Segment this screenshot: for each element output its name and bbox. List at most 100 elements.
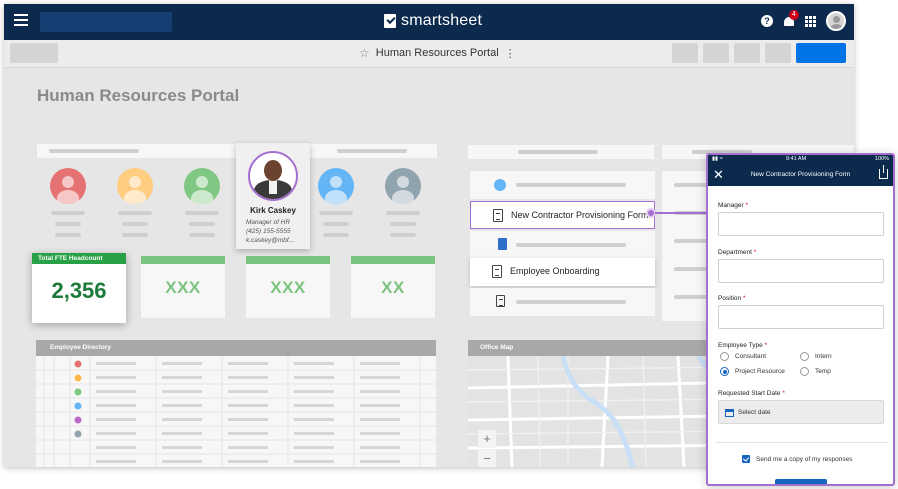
person-avatar [117, 168, 153, 204]
search-bar[interactable] [40, 12, 172, 32]
smartsheet-logo-icon [384, 14, 396, 28]
people-icon [494, 179, 506, 191]
divider [716, 442, 888, 443]
radio-icon [800, 367, 809, 376]
toolbar-action-button[interactable] [703, 43, 729, 63]
document-icon [496, 295, 505, 307]
form-list-item[interactable] [470, 288, 655, 316]
manager-field[interactable] [718, 212, 884, 236]
radio-temp[interactable]: Temp [800, 367, 831, 376]
directory-row-avatar [74, 388, 82, 396]
form-list-item-onboarding[interactable]: Employee Onboarding [470, 258, 655, 286]
contact-email: k.caskey@mbf... [246, 237, 295, 244]
department-field[interactable] [718, 259, 884, 283]
calendar-icon [725, 409, 734, 417]
form-list-item[interactable] [470, 171, 655, 199]
directory-grid[interactable] [36, 356, 436, 467]
directory-row-avatar [74, 402, 82, 410]
page-title: Human Resources Portal [37, 86, 240, 105]
mobile-form-preview: ▮▮ ≈ 9:41 AM 100% ✕ New Contractor Provi… [706, 153, 895, 486]
hamburger-menu-icon[interactable] [14, 14, 28, 26]
headcount-value: 2,356 [51, 278, 107, 303]
share-icon[interactable] [879, 165, 888, 179]
person-avatar [385, 168, 421, 204]
headcount-label: Total FTE Headcount [32, 253, 126, 264]
contact-name: Kirk Caskey [250, 206, 296, 215]
top-icons: ? 4 [761, 9, 846, 31]
zoom-in-button[interactable]: + [478, 430, 496, 448]
contact-photo [248, 151, 298, 201]
form-header: ✕ New Contractor Provisioning Form [708, 164, 893, 186]
smartsheet-logo: smartsheet [384, 12, 482, 30]
user-avatar[interactable] [826, 11, 846, 31]
person-card[interactable] [117, 168, 161, 237]
more-options-icon[interactable]: ⋮ [505, 47, 516, 60]
help-icon[interactable]: ? [761, 15, 773, 27]
top-navigation-bar: smartsheet ? 4 [4, 4, 854, 40]
app-launcher-icon[interactable] [805, 15, 816, 27]
manager-label: Manager * [718, 202, 748, 209]
employee-directory: Employee Directory [36, 340, 436, 467]
send-copy-label: Send me a copy of my responses [756, 455, 853, 463]
metric-value: XX [381, 278, 405, 297]
connector-line [655, 212, 710, 214]
radio-intern[interactable]: Intern [800, 352, 832, 361]
form-list-item-new-contractor[interactable]: New Contractor Provisioning Form [470, 201, 655, 229]
toolbar-actions [672, 43, 846, 63]
radio-icon [800, 352, 809, 361]
person-card[interactable] [50, 168, 94, 237]
toolbar: ☆ Human Resources Portal ⋮ [4, 40, 854, 68]
form-document-icon [492, 265, 502, 278]
notebook-icon [498, 238, 507, 250]
person-card[interactable] [184, 168, 228, 237]
toolbar-title-area: ☆ Human Resources Portal ⋮ [359, 46, 516, 60]
start-date-picker[interactable]: Select date [718, 400, 884, 424]
submit-button[interactable] [775, 479, 827, 484]
position-field[interactable] [718, 305, 884, 329]
start-date-label: Requested Start Date * [718, 390, 785, 397]
form-label: New Contractor Provisioning Form [511, 210, 649, 220]
toolbar-action-button[interactable] [734, 43, 760, 63]
person-avatar [184, 168, 220, 204]
forms-widget-header [468, 145, 654, 159]
brand-name: smartsheet [401, 12, 483, 29]
employee-type-label: Employee Type * [718, 342, 768, 349]
notification-badge: 4 [789, 9, 799, 20]
zoom-out-button[interactable]: − [478, 450, 496, 467]
person-avatar [50, 168, 86, 204]
toolbar-left-button[interactable] [10, 43, 58, 63]
checkbox-checked-icon[interactable] [742, 455, 750, 463]
form-document-icon [493, 209, 503, 222]
headcount-card: Total FTE Headcount 2,356 [32, 253, 126, 323]
notifications-icon[interactable]: 4 [783, 9, 799, 28]
contact-role: Manager of HR [246, 219, 291, 226]
form-label: Employee Onboarding [510, 266, 600, 276]
send-copy-option[interactable]: Send me a copy of my responses [742, 455, 852, 463]
toolbar-action-button[interactable] [672, 43, 698, 63]
radio-project-resource[interactable]: Project Resource [720, 367, 785, 376]
radio-consultant[interactable]: Consultant [720, 352, 766, 361]
favorite-star-icon[interactable]: ☆ [359, 46, 370, 60]
directory-row-avatar [74, 374, 82, 382]
contact-phone: (425) 155-5555 [246, 228, 291, 235]
date-placeholder: Select date [738, 409, 771, 416]
directory-row-avatar [74, 360, 82, 368]
metric-card: XXX [246, 256, 330, 318]
form-title: New Contractor Provisioning Form [750, 171, 851, 178]
signal-icon: ▮▮ ≈ [712, 156, 723, 162]
battery-level: 100% [874, 156, 889, 162]
metric-value: XXX [270, 278, 306, 297]
person-card[interactable] [318, 168, 362, 237]
status-time: 9:41 AM [786, 156, 807, 162]
person-avatar [318, 168, 354, 204]
toolbar-action-button[interactable] [765, 43, 791, 63]
form-list-item[interactable] [470, 231, 655, 259]
directory-row-avatar [74, 416, 82, 424]
metric-card: XXX [141, 256, 225, 318]
contact-card[interactable]: Kirk Caskey Manager of HR (425) 155-5555… [236, 143, 310, 249]
metric-value: XXX [165, 278, 201, 297]
radio-selected-icon [720, 367, 729, 376]
share-button[interactable] [796, 43, 846, 63]
person-card[interactable] [385, 168, 429, 237]
directory-row-avatar [74, 430, 82, 438]
